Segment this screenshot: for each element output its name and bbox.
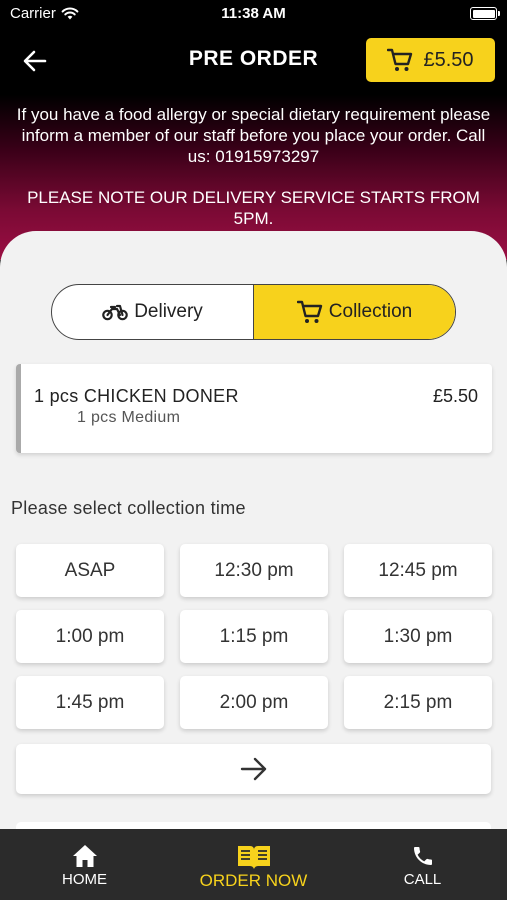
- tab-bar: HOME ORDER NOW CALL: [0, 829, 507, 900]
- cart-icon: [387, 48, 413, 71]
- status-bar: Carrier 11:38 AM: [0, 0, 507, 28]
- collection-label: Collection: [328, 301, 413, 322]
- tab-call[interactable]: CALL: [338, 829, 507, 900]
- battery-icon: [470, 7, 500, 20]
- time-slot-button[interactable]: ASAP: [16, 544, 164, 597]
- cart-total: £5.50: [423, 48, 474, 71]
- more-times-button[interactable]: [16, 744, 491, 794]
- time-slot-button[interactable]: 1:45 pm: [16, 676, 164, 729]
- phone-icon: [413, 847, 432, 865]
- time-slot-button[interactable]: 1:00 pm: [16, 610, 164, 663]
- status-time: 11:38 AM: [221, 5, 286, 22]
- menu-book-icon: [237, 846, 270, 869]
- time-slot-button[interactable]: 2:00 pm: [180, 676, 328, 729]
- notice: If you have a food allergy or special di…: [12, 104, 495, 229]
- tab-order-now[interactable]: ORDER NOW: [169, 829, 338, 900]
- order-item-card[interactable]: 1 pcs CHICKEN DONER £5.50 1 pcs Medium: [16, 364, 492, 453]
- allergy-notice: If you have a food allergy or special di…: [16, 105, 491, 166]
- motorbike-icon: [102, 304, 128, 321]
- tab-home-label: HOME: [62, 871, 107, 888]
- cart-icon: [296, 300, 322, 323]
- time-slot-button[interactable]: 12:45 pm: [344, 544, 492, 597]
- collection-option[interactable]: Collection: [253, 285, 455, 339]
- tab-order-now-label: ORDER NOW: [199, 871, 308, 890]
- item-price: £5.50: [432, 386, 478, 406]
- time-slot-button[interactable]: 12:30 pm: [180, 544, 328, 597]
- arrow-right-icon: [240, 757, 266, 781]
- time-slot-button[interactable]: 1:15 pm: [180, 610, 328, 663]
- delivery-label: Delivery: [134, 301, 203, 322]
- item-modifier: 1 pcs Medium: [77, 409, 181, 426]
- delivery-option[interactable]: Delivery: [52, 285, 253, 339]
- nav-bar: PRE ORDER £5.50: [0, 38, 507, 82]
- order-sheet: Delivery Collection 1 pcs CHICKEN DONER …: [0, 231, 507, 900]
- time-slot-button[interactable]: 1:30 pm: [344, 610, 492, 663]
- collection-time-title: Please select collection time: [11, 498, 246, 518]
- item-name: 1 pcs CHICKEN DONER: [34, 386, 239, 406]
- home-icon: [72, 845, 97, 867]
- cart-button[interactable]: £5.50: [366, 38, 495, 82]
- time-slot-button[interactable]: 2:15 pm: [344, 676, 492, 729]
- tab-call-label: CALL: [403, 871, 442, 888]
- order-type-toggle: Delivery Collection: [51, 284, 456, 340]
- delivery-notice: PLEASE NOTE OUR DELIVERY SERVICE STARTS …: [27, 188, 480, 228]
- time-slot-grid: ASAP 12:30 pm 12:45 pm 1:00 pm 1:15 pm 1…: [16, 544, 492, 729]
- tab-home[interactable]: HOME: [0, 829, 169, 900]
